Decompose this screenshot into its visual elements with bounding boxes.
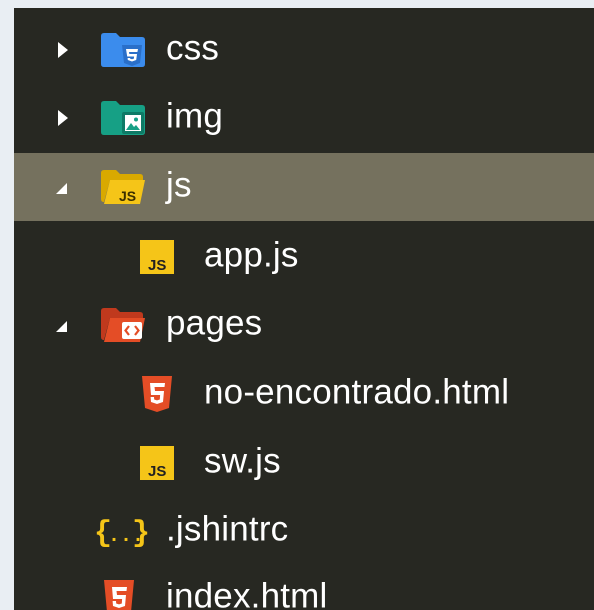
- tree-item-css[interactable]: css: [14, 16, 594, 84]
- image-folder-icon: [100, 100, 146, 136]
- tree-item-label: pages: [166, 303, 263, 343]
- chevron-down-icon[interactable]: [56, 321, 67, 332]
- tree-item-label: css: [166, 28, 220, 68]
- css-folder-icon: [100, 32, 146, 68]
- file-explorer: css img JS js JS app.js pages no-encontr…: [14, 8, 594, 610]
- tree-item-js[interactable]: JS js: [14, 153, 594, 221]
- tree-item-label: sw.js: [204, 441, 281, 481]
- svg-text:JS: JS: [148, 463, 166, 480]
- html-folder-icon: [100, 307, 146, 343]
- chevron-down-icon[interactable]: [56, 183, 67, 194]
- tree-item-sw-js[interactable]: JS sw.js: [14, 429, 594, 497]
- html5-file-icon: [102, 579, 136, 610]
- js-file-icon: JS: [138, 239, 176, 275]
- tree-item-jshintrc[interactable]: { ... } .jshintrc: [14, 497, 594, 565]
- html5-file-icon: [140, 375, 174, 413]
- tree-item-label: img: [166, 96, 223, 136]
- chevron-right-icon[interactable]: [58, 42, 68, 58]
- js-file-icon: JS: [138, 445, 176, 481]
- tree-item-app-js[interactable]: JS app.js: [14, 223, 594, 291]
- chevron-right-icon[interactable]: [58, 110, 68, 126]
- tree-item-pages[interactable]: pages: [14, 291, 594, 359]
- tree-item-no-encontrado-html[interactable]: no-encontrado.html: [14, 360, 594, 428]
- js-folder-icon: JS: [100, 169, 146, 205]
- tree-item-label: app.js: [204, 235, 299, 275]
- svg-text:JS: JS: [119, 188, 136, 204]
- tree-item-img[interactable]: img: [14, 84, 594, 152]
- svg-text:}: }: [132, 517, 150, 549]
- json-braces-icon: { ... }: [94, 513, 150, 551]
- svg-text:JS: JS: [148, 257, 166, 274]
- tree-item-index-html[interactable]: index.html: [14, 564, 594, 610]
- tree-item-label: .jshintrc: [166, 509, 289, 549]
- tree-item-label: js: [166, 165, 192, 205]
- tree-item-label: no-encontrado.html: [204, 372, 510, 412]
- tree-item-label: index.html: [166, 576, 328, 610]
